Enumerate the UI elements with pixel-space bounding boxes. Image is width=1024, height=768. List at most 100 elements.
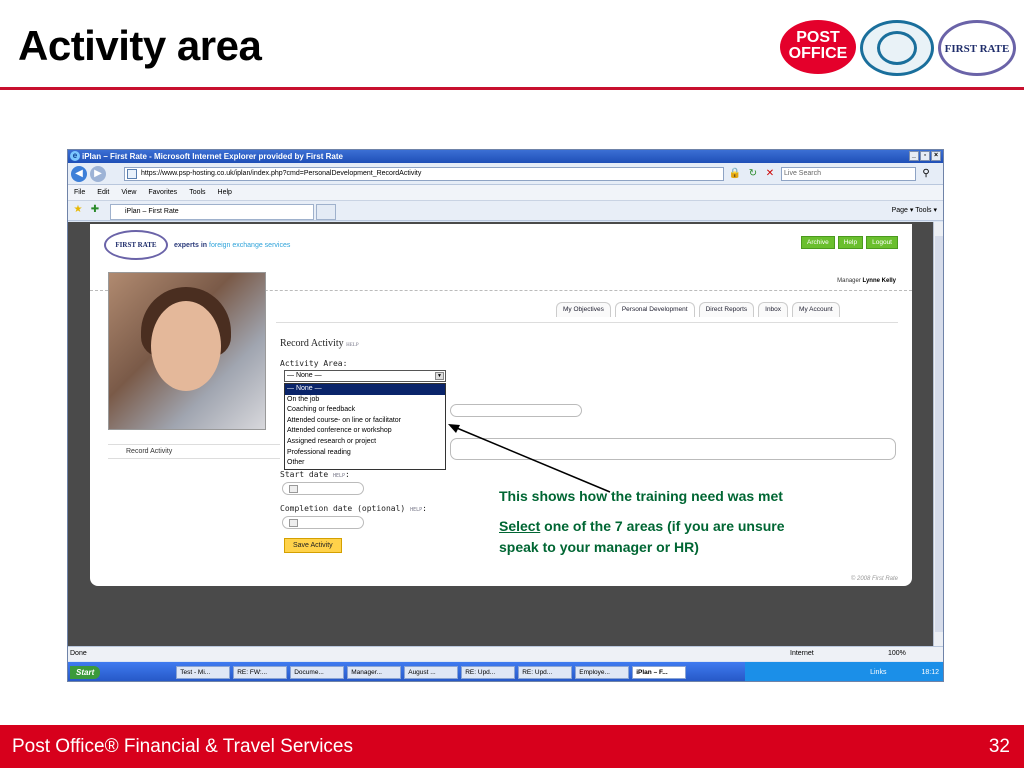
close-button[interactable]: × <box>931 151 941 161</box>
option-attended-course[interactable]: Attended course- on line or facilitator <box>285 416 445 427</box>
logo-group: POST OFFICE FIRST RATE <box>776 18 1018 78</box>
start-button[interactable]: Start <box>70 666 101 679</box>
site-logo[interactable]: FIRST RATE <box>104 230 168 260</box>
minimize-button[interactable]: _ <box>909 151 919 161</box>
description-field[interactable] <box>450 438 896 460</box>
option-attended-conference[interactable]: Attended conference or workshop <box>285 426 445 437</box>
chevron-down-icon[interactable]: ▼ <box>435 372 444 380</box>
annotation-line-2: Select one of the 7 areas (if you are un… <box>499 518 785 534</box>
refresh-icon[interactable]: ↻ <box>746 167 760 181</box>
activity-area-dropdown: — None — On the job Coaching or feedback… <box>284 383 446 470</box>
stop-icon[interactable]: ✕ <box>763 167 777 181</box>
option-assigned-research[interactable]: Assigned research or project <box>285 437 445 448</box>
activity-area-select[interactable]: — None — ▼ <box>284 370 446 382</box>
window-titlebar: e iPlan – First Rate - Microsoft Interne… <box>68 150 943 163</box>
title-divider <box>0 87 1024 90</box>
help-icon[interactable]: HELP <box>333 473 345 479</box>
help-button[interactable]: Help <box>837 236 864 249</box>
help-icon[interactable]: HELP <box>346 343 359 348</box>
page-viewport: FIRST RATE experts in foreign exchange s… <box>68 222 933 646</box>
start-date-text: Start date <box>280 470 329 479</box>
task-button[interactable]: Test - Mi... <box>176 666 231 679</box>
annotation-line-3: speak to your manager or HR) <box>499 539 699 555</box>
slide-title: Activity area <box>18 22 262 69</box>
completion-date-input[interactable] <box>282 516 364 529</box>
manager-info: Manager Lynne Kelly <box>837 278 896 284</box>
status-bar: Done Internet 100% <box>68 646 943 661</box>
option-professional-reading[interactable]: Professional reading <box>285 448 445 459</box>
add-favorite-icon[interactable]: ✚ <box>88 203 102 217</box>
content-divider <box>276 322 898 323</box>
slide: Activity area POST OFFICE FIRST RATE e iP… <box>0 0 1024 768</box>
annotation-select-word: Select <box>499 518 541 534</box>
command-bar[interactable]: Page ▾ Tools ▾ <box>892 204 937 218</box>
menu-tools[interactable]: Tools <box>189 185 205 200</box>
task-button[interactable]: RE: Upd... <box>518 666 573 679</box>
archive-button[interactable]: Archive <box>801 236 835 249</box>
help-icon[interactable]: HELP <box>410 507 422 513</box>
first-rate-logo: FIRST RATE <box>938 20 1016 76</box>
favorites-star-icon[interactable]: ★ <box>71 203 85 217</box>
menu-view[interactable]: View <box>121 185 136 200</box>
task-button[interactable]: RE: Upd... <box>461 666 516 679</box>
tab-direct-reports[interactable]: Direct Reports <box>698 302 755 317</box>
site-tagline: experts in foreign exchange services <box>174 242 290 249</box>
restore-button[interactable]: ▫ <box>920 151 930 161</box>
browser-tab[interactable]: iPlan – First Rate <box>110 204 314 220</box>
footer-bar: Post Office® Financial & Travel Services… <box>0 725 1024 768</box>
calendar-icon[interactable] <box>289 519 298 527</box>
tab-my-objectives[interactable]: My Objectives <box>556 302 611 317</box>
page-number: 32 <box>988 736 1010 757</box>
menu-favorites[interactable]: Favorites <box>148 185 177 200</box>
option-on-the-job[interactable]: On the job <box>285 395 445 406</box>
taskbar: Start Test - Mi... RE: FW:... Docume... … <box>68 662 943 681</box>
annotation-line-2-rest: one of the 7 areas (if you are unsure <box>540 518 785 534</box>
menu-help[interactable]: Help <box>218 185 232 200</box>
menu-file[interactable]: File <box>74 185 85 200</box>
vertical-scrollbar[interactable] <box>933 222 943 646</box>
task-button-active[interactable]: iPlan – F... <box>632 666 687 679</box>
menu-edit[interactable]: Edit <box>97 185 109 200</box>
address-bar[interactable]: https://www.psp-hosting.co.uk/iplan/inde… <box>124 167 724 181</box>
new-tab-button[interactable] <box>316 204 336 220</box>
form-title: Record Activity HELP <box>280 338 359 349</box>
text-field[interactable] <box>450 404 582 417</box>
status-text: Done <box>70 650 87 657</box>
task-button[interactable]: Employe... <box>575 666 630 679</box>
back-icon[interactable]: ◀ <box>71 166 87 182</box>
form-title-text: Record Activity <box>280 338 344 349</box>
tagline-highlight: foreign exchange services <box>209 242 291 249</box>
lock-icon[interactable]: 🔒 <box>728 167 742 181</box>
start-date-input[interactable] <box>282 482 364 495</box>
tab-inbox[interactable]: Inbox <box>758 302 789 317</box>
forward-icon[interactable]: ▶ <box>90 166 106 182</box>
tab-my-account[interactable]: My Account <box>792 302 840 317</box>
task-button[interactable]: Docume... <box>290 666 345 679</box>
task-button[interactable]: August ... <box>404 666 459 679</box>
option-coaching[interactable]: Coaching or feedback <box>285 405 445 416</box>
post-office-logo: POST OFFICE <box>780 20 856 74</box>
calendar-icon[interactable] <box>289 485 298 493</box>
ie-icon: e <box>70 151 80 161</box>
top-buttons: Archive Help Logout <box>801 236 898 249</box>
tab-personal-development[interactable]: Personal Development <box>614 302 695 317</box>
option-other[interactable]: Other <box>285 458 445 469</box>
search-icon[interactable]: ⚲ <box>919 167 933 181</box>
links-label[interactable]: Links <box>870 669 886 676</box>
save-activity-button[interactable]: Save Activity <box>284 538 342 553</box>
clock: 18:12 <box>921 669 939 676</box>
zoom-level[interactable]: 100% <box>888 647 906 661</box>
user-photo <box>108 272 266 430</box>
option-none[interactable]: — None — <box>285 384 445 395</box>
address-row: ◀ ▶ https://www.psp-hosting.co.uk/iplan/… <box>68 163 943 185</box>
task-button[interactable]: RE: FW:... <box>233 666 288 679</box>
completion-date-text: Completion date (optional) <box>280 504 406 513</box>
window-title: iPlan – First Rate - Microsoft Internet … <box>82 152 343 161</box>
browser-window: e iPlan – First Rate - Microsoft Interne… <box>67 149 944 682</box>
footer-brand: Post Office® Financial & Travel Services <box>12 736 353 757</box>
task-button[interactable]: Manager... <box>347 666 402 679</box>
search-input[interactable]: Live Search <box>781 167 916 181</box>
logout-button[interactable]: Logout <box>866 236 898 249</box>
start-date-label: Start date HELP: <box>280 470 350 479</box>
left-nav-record-activity[interactable]: Record Activity <box>108 444 280 459</box>
